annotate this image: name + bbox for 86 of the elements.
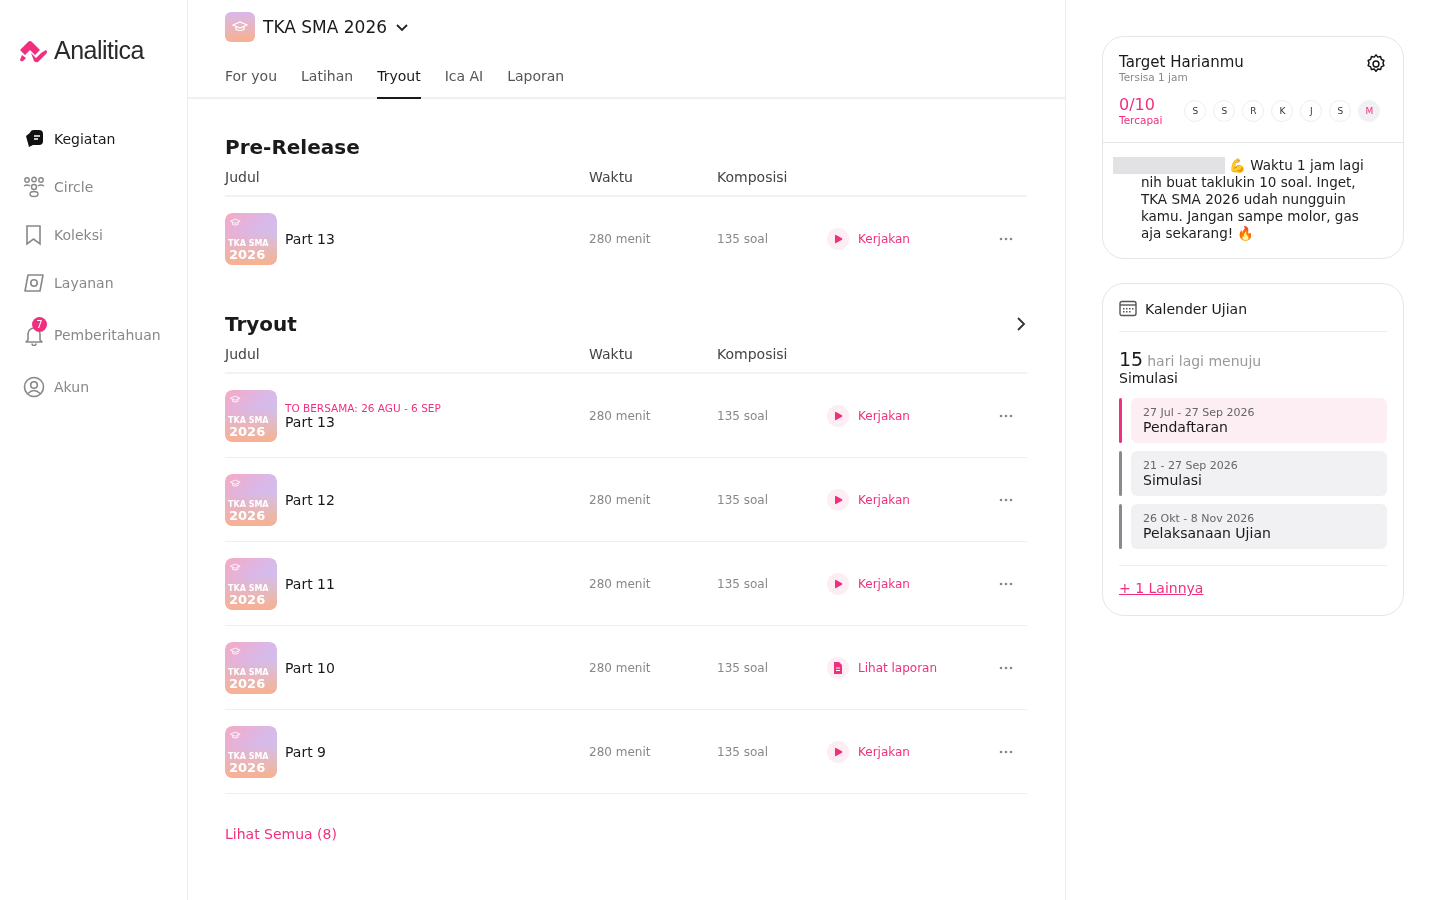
cover-thumbnail: TKA SMA 2026 (225, 725, 277, 778)
question-count-cell-text: 135 soal (717, 231, 769, 246)
sidebar-item[interactable]: Akun (18, 363, 187, 411)
sidebar-item[interactable]: Circle (18, 163, 187, 211)
start-link[interactable]: Kerjakan (827, 227, 999, 250)
compass-icon (23, 272, 45, 294)
see-all-link[interactable]: Lihat Semua (8) (225, 826, 337, 842)
start-link[interactable]: Kerjakan (827, 404, 999, 427)
cover-thumbnail: TKA SMA 2026 (225, 473, 277, 526)
event-dates: 26 Okt - 8 Nov 2026 (1143, 512, 1256, 525)
cards-icon (23, 128, 45, 150)
start-link[interactable]: Kerjakan (827, 572, 999, 595)
duration-cell-text: 280 menit (589, 660, 652, 675)
question-count-cell-text: 135 soal (717, 408, 769, 423)
cover-thumbnail: TKA SMA 2026 (225, 389, 277, 442)
document-icon (827, 656, 849, 679)
tab[interactable]: Laporan (507, 60, 565, 99)
notification-badge: 7 (32, 317, 47, 332)
play-icon (827, 740, 849, 763)
start-link[interactable]: Kerjakan (827, 740, 999, 763)
section-title: Pre-Release (225, 135, 360, 159)
tab[interactable]: Tryout (377, 60, 421, 99)
column-header: Waktu (589, 346, 634, 362)
app-logo-text: Analitica (54, 36, 144, 65)
question-count-cell-text: 135 soal (717, 576, 769, 591)
duration-cell-text: 280 menit (589, 576, 652, 591)
play-icon (827, 572, 849, 595)
event-dates: 21 - 27 Sep 2026 (1143, 459, 1239, 472)
cover-thumbnail: TKA SMA 2026 (225, 641, 277, 694)
countdown-text: hari lagi menuju (1147, 353, 1262, 369)
start-link[interactable]: Kerjakan (827, 488, 999, 511)
column-header: Waktu (589, 169, 634, 185)
tryout-title: Part 11 (285, 575, 336, 592)
sidebar-item[interactable]: 7 Pemberitahuan (18, 307, 187, 363)
tryout-title: Part 13 (285, 230, 336, 247)
countdown-target: Simulasi (1119, 370, 1179, 386)
duration-cell-text: 280 menit (589, 408, 652, 423)
event-name: Simulasi (1143, 472, 1203, 488)
tryout-title: Part 12 (285, 491, 336, 508)
tryout-title: Part 10 (285, 659, 336, 676)
question-count-cell-text: 135 soal (717, 744, 769, 759)
calendar-icon (1119, 300, 1137, 317)
event-tag: TO BERSAMA: 26 AGU - 6 SEP (285, 401, 589, 414)
message-lead: 💪 Waktu 1 jam lagi (1229, 157, 1364, 174)
progress-label: Tercapai (1119, 114, 1163, 126)
card-title: Kalender Ujian (1145, 300, 1248, 317)
weekday-circle: M (1358, 99, 1381, 122)
tryout-title: Part 9 (285, 743, 327, 760)
question-count-cell-text: 135 soal (717, 492, 769, 507)
section-title: Tryout (225, 312, 297, 336)
logo-icon (18, 38, 48, 63)
duration-cell-text: 280 menit (589, 744, 652, 759)
more-events-link[interactable]: + 1 Lainnya (1119, 580, 1204, 596)
column-header: Judul (225, 346, 261, 362)
column-header: Judul (225, 169, 261, 185)
tab[interactable]: For you (225, 60, 278, 99)
sidebar-item[interactable]: Kegiatan (18, 115, 187, 163)
cover-thumbnail: TKA SMA 2026 (225, 557, 277, 610)
program-selector[interactable]: TKA SMA 2026 (225, 12, 410, 42)
people-icon (23, 176, 45, 198)
event-dates: 27 Jul - 27 Sep 2026 (1143, 406, 1256, 419)
event-name: Pendaftaran (1143, 419, 1229, 435)
column-header: Komposisi (717, 346, 789, 362)
sidebar-item[interactable]: Koleksi (18, 211, 187, 259)
chevron-right-icon[interactable] (1015, 316, 1027, 332)
progress-count: 0/10 (1119, 95, 1156, 114)
duration-cell-text: 280 menit (589, 492, 652, 507)
motivation-message: nih buat taklukin 10 soal. Inget, TKA SMA 2026 udah nungguin kamu. Jangan sampe molor, gas aja sekarang! 🔥 (1140, 174, 1360, 242)
question-count-cell-text: 135 soal (717, 660, 769, 675)
play-icon (827, 488, 849, 511)
tab[interactable]: Ica AI (444, 60, 484, 99)
program-icon (225, 12, 255, 42)
event-name: Pelaksanaan Ujian (1143, 525, 1272, 541)
sidebar-item[interactable]: Layanan (18, 259, 187, 307)
user-icon (23, 376, 45, 398)
play-icon (827, 404, 849, 427)
play-icon (827, 227, 849, 250)
report-link[interactable]: Lihat laporan (827, 656, 999, 679)
duration-cell-text: 280 menit (589, 231, 652, 246)
cover-thumbnail: TKA SMA 2026 (225, 212, 277, 265)
days-count: 15 (1119, 348, 1144, 370)
card-subtitle: Tersisa 1 jam (1119, 71, 1189, 83)
column-header: Komposisi (717, 169, 789, 185)
tryout-title: Part 13 (285, 413, 336, 430)
tab[interactable]: Latihan (301, 60, 354, 99)
card-title: Target Harianmu (1119, 53, 1244, 71)
